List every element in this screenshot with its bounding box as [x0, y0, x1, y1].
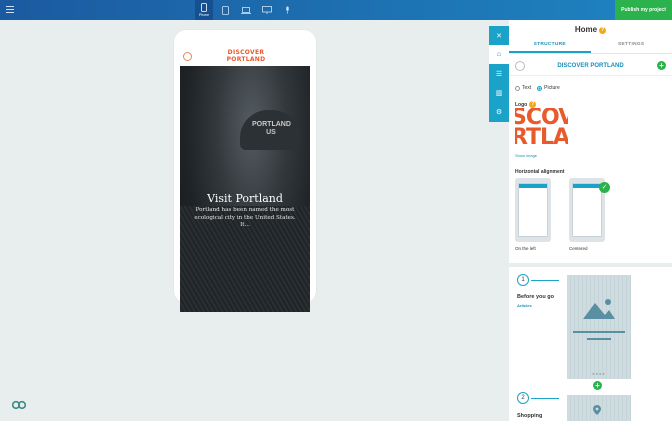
- logo-type-radio-group: Text Picture: [515, 84, 566, 92]
- section-title: Shopping: [517, 413, 543, 419]
- laptop-icon: [241, 6, 251, 14]
- gear-icon: ⚙: [495, 108, 503, 116]
- radio-text-label: Text: [522, 85, 532, 91]
- align-centered-thumbnail-bar: Logo: [573, 184, 601, 198]
- radio-picture[interactable]: [537, 85, 543, 91]
- align-left-caption: On the left: [515, 246, 536, 251]
- section-card-shopping[interactable]: [567, 395, 631, 421]
- close-icon: ✕: [496, 32, 502, 40]
- tab-settings[interactable]: SETTINGS: [591, 42, 672, 53]
- section-number-badge: 2: [517, 392, 529, 404]
- align-left-thumbnail-bar: Logo: [519, 184, 547, 198]
- map-pin-icon: [593, 405, 601, 415]
- radio-text[interactable]: [515, 85, 520, 91]
- phone-icon: [201, 3, 207, 12]
- desktop-icon: [262, 6, 272, 14]
- app-header: DISCOVER PORTLAND: [180, 48, 310, 66]
- image-placeholder-icon: [583, 299, 615, 319]
- panel-tabs: STRUCTURE SETTINGS: [509, 42, 672, 54]
- settings-nav-button[interactable]: ⚙: [489, 102, 509, 121]
- cap-text-line-1: PORTLAND: [252, 121, 291, 128]
- device-tablet-button[interactable]: [216, 0, 234, 20]
- radio-picture-label: Picture: [544, 85, 560, 91]
- hero-description: Portland has been named the most ecologi…: [194, 207, 296, 228]
- add-section-button[interactable]: +: [657, 61, 666, 70]
- align-centered-caption: Centered: [569, 246, 588, 251]
- section-line: [531, 280, 559, 281]
- device-desktop-button[interactable]: [258, 0, 276, 20]
- logo-preview-line-2: RTLAN: [515, 125, 568, 150]
- stats-nav-button[interactable]: ▥: [489, 83, 509, 102]
- device-phone-label: Phone: [198, 13, 210, 17]
- logo-line-2: PORTLAND: [226, 55, 266, 63]
- phone-preview: DISCOVER PORTLAND PORTLAND US Visit Port…: [174, 30, 316, 312]
- align-centered-thumbnail: Logo: [572, 183, 602, 237]
- section-title: Before you go: [517, 294, 554, 300]
- device-voice-button[interactable]: [278, 0, 296, 20]
- stats-icon: ▥: [495, 89, 503, 97]
- brand-logo-icon: [11, 398, 27, 412]
- panel-title-text: Home: [574, 25, 598, 34]
- list-icon: ☰: [495, 70, 503, 78]
- list-nav-button[interactable]: ☰: [489, 64, 509, 83]
- cap-text-line-2: US: [266, 129, 276, 136]
- device-laptop-button[interactable]: [237, 0, 255, 20]
- section-line: [531, 398, 559, 399]
- top-toolbar: Phone Publish my project: [0, 0, 672, 20]
- align-left-bar-text: Logo: [523, 194, 530, 198]
- section-subtitle: Articles: [517, 303, 532, 308]
- align-centered-bar-text: Logo: [583, 194, 590, 198]
- device-phone-button[interactable]: Phone: [195, 0, 213, 20]
- panel-title: Home?: [509, 25, 672, 34]
- logo-image-preview[interactable]: SCOV RTLAN: [515, 108, 568, 150]
- section-number-badge: 1: [517, 274, 529, 286]
- logo-field-label: Logo?: [515, 101, 537, 108]
- tablet-icon: [221, 5, 229, 15]
- section-header-row: DISCOVER PORTLAND +: [509, 56, 672, 76]
- logo-help-icon[interactable]: ?: [529, 101, 537, 108]
- section-card-articles[interactable]: ●●●●: [567, 275, 631, 379]
- hamburger-menu-icon[interactable]: [6, 6, 14, 13]
- show-image-link[interactable]: Show image: [515, 153, 537, 158]
- align-left-option[interactable]: Logo: [515, 178, 551, 242]
- add-section-below-button[interactable]: +: [593, 381, 602, 390]
- hero-image[interactable]: PORTLAND US Visit Portland Portland has …: [180, 66, 310, 312]
- alignment-label: Horizontal alignment: [515, 169, 565, 175]
- microphone-icon: [285, 6, 289, 14]
- app-logo[interactable]: DISCOVER PORTLAND: [224, 49, 268, 63]
- close-panel-button[interactable]: ✕: [489, 26, 509, 45]
- section-name: DISCOVER PORTLAND: [557, 63, 624, 69]
- publish-project-button[interactable]: Publish my project: [615, 0, 672, 20]
- panel-icon-rail: ✕ ⌂ ☰ ▥ ⚙: [489, 26, 509, 122]
- hero-title: Visit Portland: [207, 192, 283, 205]
- cap-text: PORTLAND US: [252, 121, 291, 137]
- tab-structure[interactable]: STRUCTURE: [509, 42, 591, 53]
- home-nav-button[interactable]: ⌂: [489, 45, 509, 64]
- align-left-thumbnail: Logo: [518, 183, 548, 237]
- home-icon: ⌂: [496, 51, 502, 58]
- divider: [509, 263, 672, 267]
- selected-check-icon: ✓: [599, 182, 610, 193]
- properties-panel: Home? STRUCTURE SETTINGS DISCOVER PORTLA…: [509, 20, 672, 421]
- help-icon[interactable]: ?: [599, 27, 607, 34]
- carousel-dots: ●●●●: [592, 371, 606, 376]
- app-menu-icon[interactable]: [183, 52, 192, 61]
